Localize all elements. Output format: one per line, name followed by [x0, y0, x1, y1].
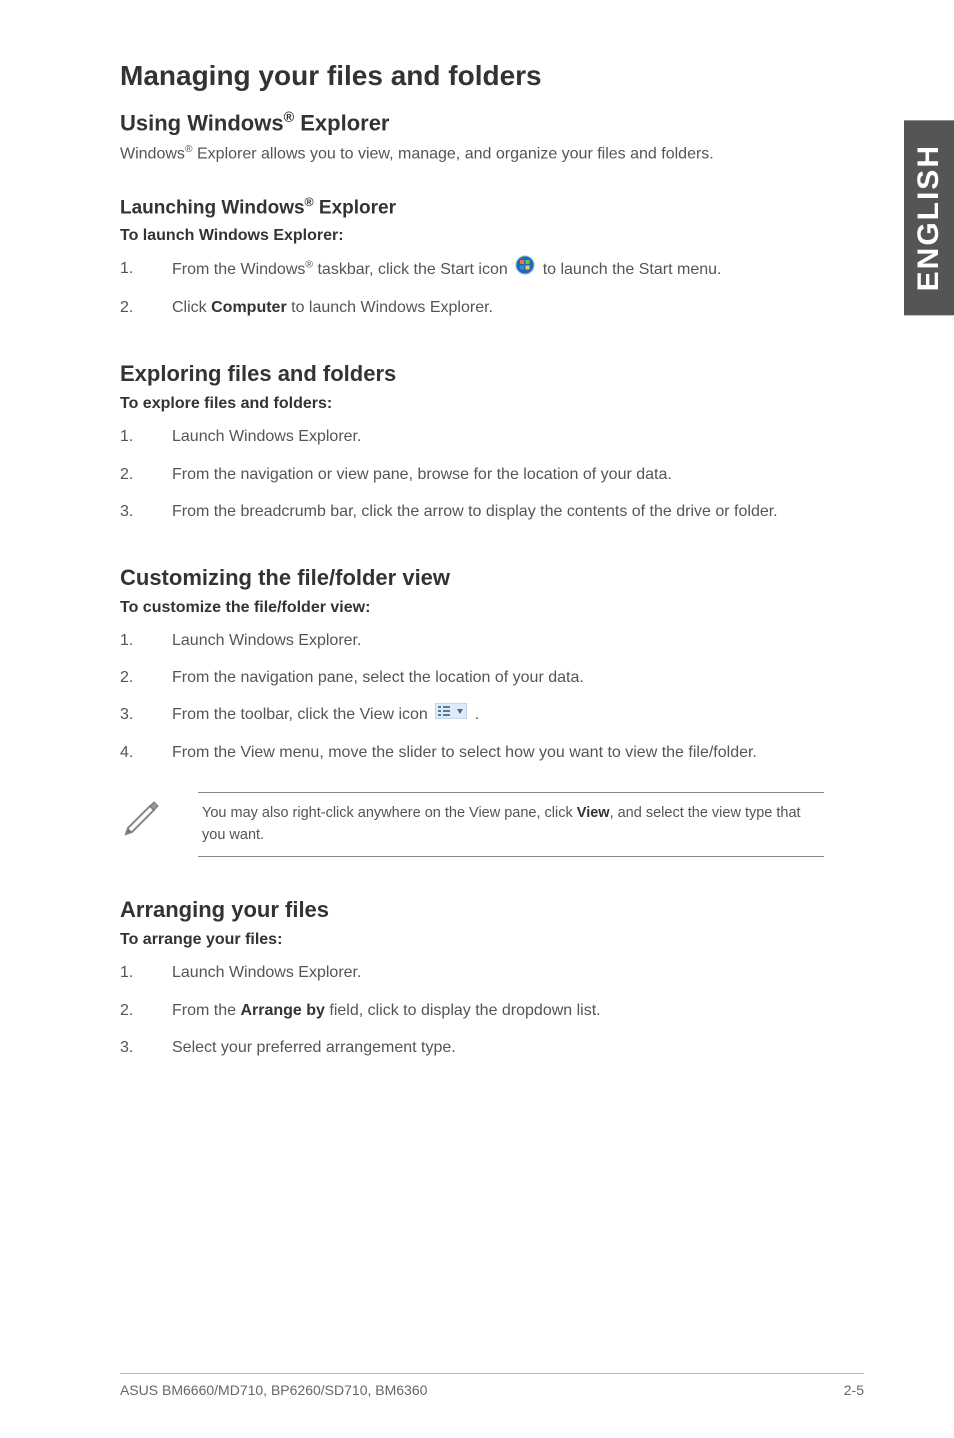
lead-arrange: To arrange your files:	[120, 931, 864, 949]
footer-page-number: 2-5	[844, 1382, 864, 1398]
list-item: 3.From the breadcrumb bar, click the arr…	[120, 498, 864, 525]
note-text: You may also right-click anywhere on the…	[198, 792, 824, 858]
step-text: From the Windows® taskbar, click the Sta…	[172, 255, 721, 284]
view-dropdown-icon	[435, 701, 467, 728]
lead-customize: To customize the file/folder view:	[120, 599, 864, 617]
footer-product: ASUS BM6660/MD710, BP6260/SD710, BM6360	[120, 1382, 427, 1398]
section-heading: Customizing the file/folder view	[120, 565, 864, 591]
pencil-icon	[120, 792, 164, 841]
step-number: 2.	[120, 294, 138, 321]
step-text: Click Computer to launch Windows Explore…	[172, 294, 493, 321]
intro-text: Windows® Explorer allows you to view, ma…	[120, 142, 864, 166]
list-item: 2.From the navigation pane, select the l…	[120, 664, 864, 691]
page-title: Managing your files and folders	[120, 60, 864, 92]
note: You may also right-click anywhere on the…	[120, 792, 864, 858]
list-item: 1.Launch Windows Explorer.	[120, 959, 864, 986]
list-item: 2. Click Computer to launch Windows Expl…	[120, 294, 864, 321]
list-item: 3.Select your preferred arrangement type…	[120, 1034, 864, 1061]
section-heading: Arranging your files	[120, 897, 864, 923]
steps-launch: 1. From the Windows® taskbar, click the …	[120, 255, 864, 321]
page-content: Managing your files and folders Using Wi…	[0, 0, 954, 1111]
start-orb-icon	[515, 255, 535, 284]
list-item: 1.Launch Windows Explorer.	[120, 423, 864, 450]
steps-explore: 1.Launch Windows Explorer. 2.From the na…	[120, 423, 864, 525]
list-item: 2. From the Arrange by field, click to d…	[120, 997, 864, 1024]
list-item: 1.Launch Windows Explorer.	[120, 627, 864, 654]
list-item: 3. From the toolbar, click the View icon	[120, 701, 864, 728]
list-item: 4.From the View menu, move the slider to…	[120, 739, 864, 766]
steps-customize: 1.Launch Windows Explorer. 2.From the na…	[120, 627, 864, 766]
section-exploring: Exploring files and folders To explore f…	[120, 361, 864, 525]
lead-launch: To launch Windows Explorer:	[120, 227, 864, 245]
section-using-explorer-title: Using Windows® Explorer	[120, 110, 864, 136]
step-number: 1.	[120, 255, 138, 284]
list-item: 2.From the navigation or view pane, brow…	[120, 461, 864, 488]
section-heading: Exploring files and folders	[120, 361, 864, 387]
steps-arrange: 1.Launch Windows Explorer. 2. From the A…	[120, 959, 864, 1061]
section-customizing: Customizing the file/folder view To cust…	[120, 565, 864, 857]
step-text: From the Arrange by field, click to disp…	[172, 997, 601, 1024]
section-arranging: Arranging your files To arrange your fil…	[120, 897, 864, 1061]
lead-explore: To explore files and folders:	[120, 395, 864, 413]
page-footer: ASUS BM6660/MD710, BP6260/SD710, BM6360 …	[120, 1373, 864, 1398]
language-tab: ENGLISH	[904, 120, 954, 315]
step-text: From the toolbar, click the View icon	[172, 701, 479, 728]
section-launching-title: Launching Windows® Explorer	[120, 195, 864, 219]
list-item: 1. From the Windows® taskbar, click the …	[120, 255, 864, 284]
